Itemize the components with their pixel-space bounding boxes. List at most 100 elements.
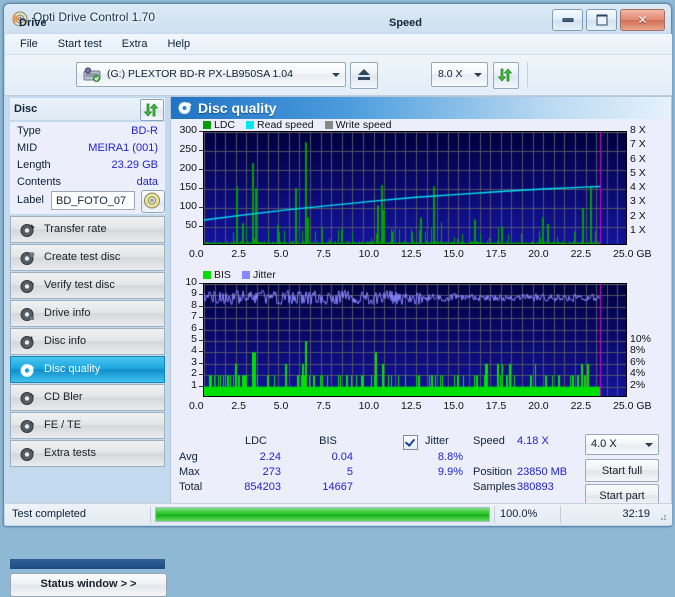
y-tick-label: 10 [171, 276, 197, 288]
drive-device-icon [83, 67, 101, 83]
speed-select[interactable]: 8.0 X [431, 62, 488, 87]
x-tick-label: 0.0 [189, 400, 204, 412]
y-tick-mark [199, 131, 203, 132]
menu-item-start-test[interactable]: Start test [49, 36, 111, 52]
disc-type-value: BD-R [131, 125, 158, 137]
y-tick-label: 50 [171, 219, 197, 231]
y-tick-label: 3 [171, 356, 197, 368]
eject-button[interactable] [350, 62, 378, 89]
panel-header: Disc quality [171, 97, 671, 119]
x-tick-label: 22.5 [571, 400, 591, 412]
y-tick-label: 150 [171, 181, 197, 193]
left-panel: Disc Type BD-R MID MEIRA1 (001) Length 2… [5, 96, 169, 525]
sidebar-item-extra-tests[interactable]: Extra tests [10, 440, 165, 467]
disc-contents-key: Contents [17, 176, 61, 188]
sidebar-item-create-test-disc[interactable]: Create test disc [10, 244, 165, 271]
y-tick-label: 300 [171, 124, 197, 136]
resize-grip[interactable] [656, 510, 668, 522]
disc-test-icon [20, 279, 35, 294]
sidebar-item-transfer-rate[interactable]: Transfer rate [10, 216, 165, 243]
disc-label-apply-button[interactable] [141, 190, 165, 213]
disc-test-icon [20, 307, 35, 322]
drive-value: (G:) PLEXTOR BD-R PX-LB950SA 1.04 [107, 68, 293, 80]
maximize-button[interactable] [586, 9, 617, 31]
sidebar-item-disc-quality[interactable]: Disc quality [10, 356, 165, 383]
disc-mid-value: MEIRA1 (001) [88, 142, 158, 154]
status-window-button[interactable]: Status window > > [10, 573, 167, 597]
y-tick-label: 8 [171, 299, 197, 311]
refresh-disc-button[interactable] [140, 99, 164, 121]
nav-button-list: Transfer rate Create test disc Verify te… [10, 216, 165, 468]
progress-bar [155, 507, 490, 522]
stats-row-header-total: Total [179, 481, 202, 493]
sidebar-item-disc-info[interactable]: Disc info [10, 328, 165, 355]
stats-jitter-avg: 8.8% [411, 451, 463, 463]
legend-swatch-read-speed [246, 121, 254, 129]
disc-info-block: Type BD-R MID MEIRA1 (001) Length 23.29 … [10, 122, 165, 214]
disc-label-input[interactable]: BD_FOTO_07 [51, 191, 135, 210]
eject-icon [358, 69, 370, 75]
menu-item-extra[interactable]: Extra [113, 36, 157, 52]
drive-select[interactable]: (G:) PLEXTOR BD-R PX-LB950SA 1.04 [76, 62, 346, 87]
sidebar-item-verify-test-disc[interactable]: Verify test disc [10, 272, 165, 299]
legend-swatch-jitter [242, 271, 250, 279]
menu-item-help[interactable]: Help [158, 36, 199, 52]
chevron-down-icon [474, 73, 482, 77]
disc-test-icon [20, 363, 35, 378]
refresh-drive-button[interactable] [493, 62, 519, 89]
y-tick-label: 100 [171, 200, 197, 212]
menu-item-file[interactable]: File [11, 36, 47, 52]
x-tick-label: 10.0 [359, 400, 379, 412]
start-full-button[interactable]: Start full [585, 459, 659, 482]
y2-tick-label: 7 X [630, 138, 646, 150]
top-chart-legend: LDC Read speed Write speed [203, 119, 392, 131]
y-tick-label: 9 [171, 287, 197, 299]
stats-row-header-avg: Avg [179, 451, 198, 463]
test-speed-select[interactable]: 4.0 X [585, 434, 659, 455]
disc-test-icon [20, 419, 35, 434]
stats-bis-max: 5 [301, 466, 353, 478]
y-tick-mark [199, 340, 203, 341]
y-tick-label: 250 [171, 143, 197, 155]
y-tick-label: 200 [171, 162, 197, 174]
bottom-plot-area[interactable] [203, 283, 627, 397]
minimize-button[interactable] [552, 9, 583, 31]
elapsed-time: 32:19 [622, 508, 650, 520]
top-plot-area[interactable] [203, 131, 627, 245]
y-tick-label: 6 [171, 322, 197, 334]
sidebar-item-drive-info[interactable]: Drive info [10, 300, 165, 327]
x-tick-label: 15.0 [443, 248, 463, 260]
stats-ldc-max: 273 [229, 466, 281, 478]
y2-tick-label: 3 X [630, 195, 646, 207]
x-tick-label: 17.5 [486, 400, 506, 412]
disc-section-header: Disc [10, 98, 165, 120]
sidebar-item-cd-bler[interactable]: CD Bler [10, 384, 165, 411]
disc-type-key: Type [17, 125, 41, 137]
sidebar-item-fe-te[interactable]: FE / TE [10, 412, 165, 439]
speed-label: Speed [389, 17, 422, 29]
progress-bar-fill [156, 508, 489, 521]
y-tick-label: 1 [171, 379, 197, 391]
close-button[interactable]: ✕ [620, 9, 665, 31]
disc-info-row-mid: MID MEIRA1 (001) [10, 141, 165, 158]
stats-ldc-total: 854203 [219, 481, 281, 493]
window-controls: ✕ [552, 9, 665, 30]
y2-tick-label: 8 X [630, 124, 646, 136]
sidebar-item-label: Transfer rate [44, 223, 107, 235]
bottom-chart: BIS Jitter 12345678910 2%4%6%8%10% 0.02.… [171, 269, 671, 425]
y-tick-mark [199, 374, 203, 375]
jitter-checkbox[interactable] [403, 435, 418, 450]
sidebar-item-label: Verify test disc [44, 279, 115, 291]
stats-ldc-avg: 2.24 [229, 451, 281, 463]
stats-row-header-max: Max [179, 466, 200, 478]
sidebar-item-label: Extra tests [44, 447, 96, 459]
x-tick-label: 12.5 [401, 400, 421, 412]
y-tick-mark [199, 150, 203, 151]
x-tick-label: 20.0 [528, 400, 548, 412]
sidebar-item-label: FE / TE [44, 419, 81, 431]
legend-label-ldc: LDC [214, 119, 235, 131]
y2-tick-label: 1 X [630, 224, 646, 236]
top-chart: LDC Read speed Write speed 50 100 150 200 25… [171, 119, 671, 269]
status-bar: Test completed 100.0% 32:19 [5, 503, 672, 525]
legend-label-write-speed: Write speed [336, 119, 392, 131]
